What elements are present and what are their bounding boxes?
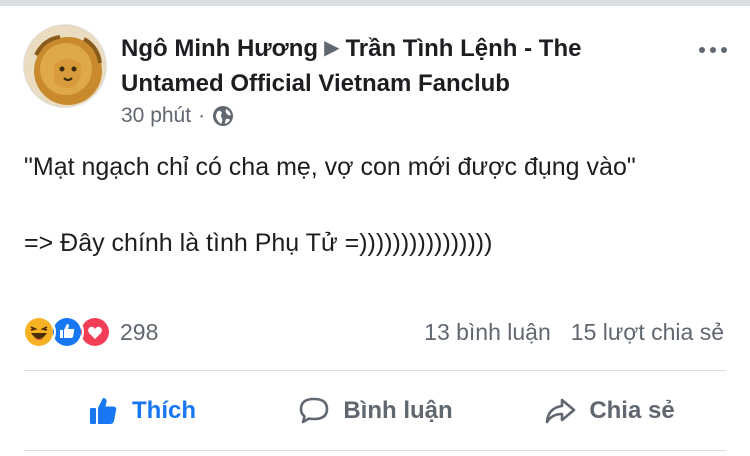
meta-separator: · [198,104,206,127]
comment-bubble-icon [300,397,329,424]
author-name[interactable]: Ngô Minh Hương [121,35,318,62]
post-body-text: "Mạt ngạch chỉ có cha mẹ, vợ con mới đượ… [24,153,636,257]
more-options-icon [699,47,705,53]
reaction-count: 298 [120,318,159,345]
more-options-button[interactable] [690,35,736,65]
shared-to-arrow-icon: ▶ [324,37,340,59]
share-arrow-icon [546,398,576,424]
like-button[interactable]: Thích [24,382,258,440]
globe-icon[interactable] [212,105,234,127]
haha-icon [22,315,56,349]
shares-count-link[interactable]: 15 lượt chia sẻ [571,319,724,346]
comment-button-label: Bình luận [343,397,453,424]
post-stats: 13 bình luận 15 lượt chia sẻ [424,314,724,350]
bottom-divider [24,450,726,451]
actions-top-divider [24,370,726,371]
lion-avatar-image [24,25,106,107]
post-timestamp[interactable]: 30 phút [121,104,191,128]
thumbs-up-icon [90,398,117,424]
post-header: Ngô Minh Hương ▶ Trần Tình Lệnh - The Unta… [121,32,681,101]
like-button-label: Thích [132,397,196,424]
comments-count-link[interactable]: 13 bình luận [424,319,551,346]
reactions-summary[interactable]: 298 [22,314,158,350]
share-button-label: Chia sẻ [589,397,675,424]
post-meta: 30 phút · [121,102,234,130]
author-avatar[interactable] [23,24,107,108]
comment-button[interactable]: Bình luận [258,382,492,440]
post-actions-bar: Thích Bình luận Chia sẻ [24,382,726,440]
share-button[interactable]: Chia sẻ [492,382,726,440]
